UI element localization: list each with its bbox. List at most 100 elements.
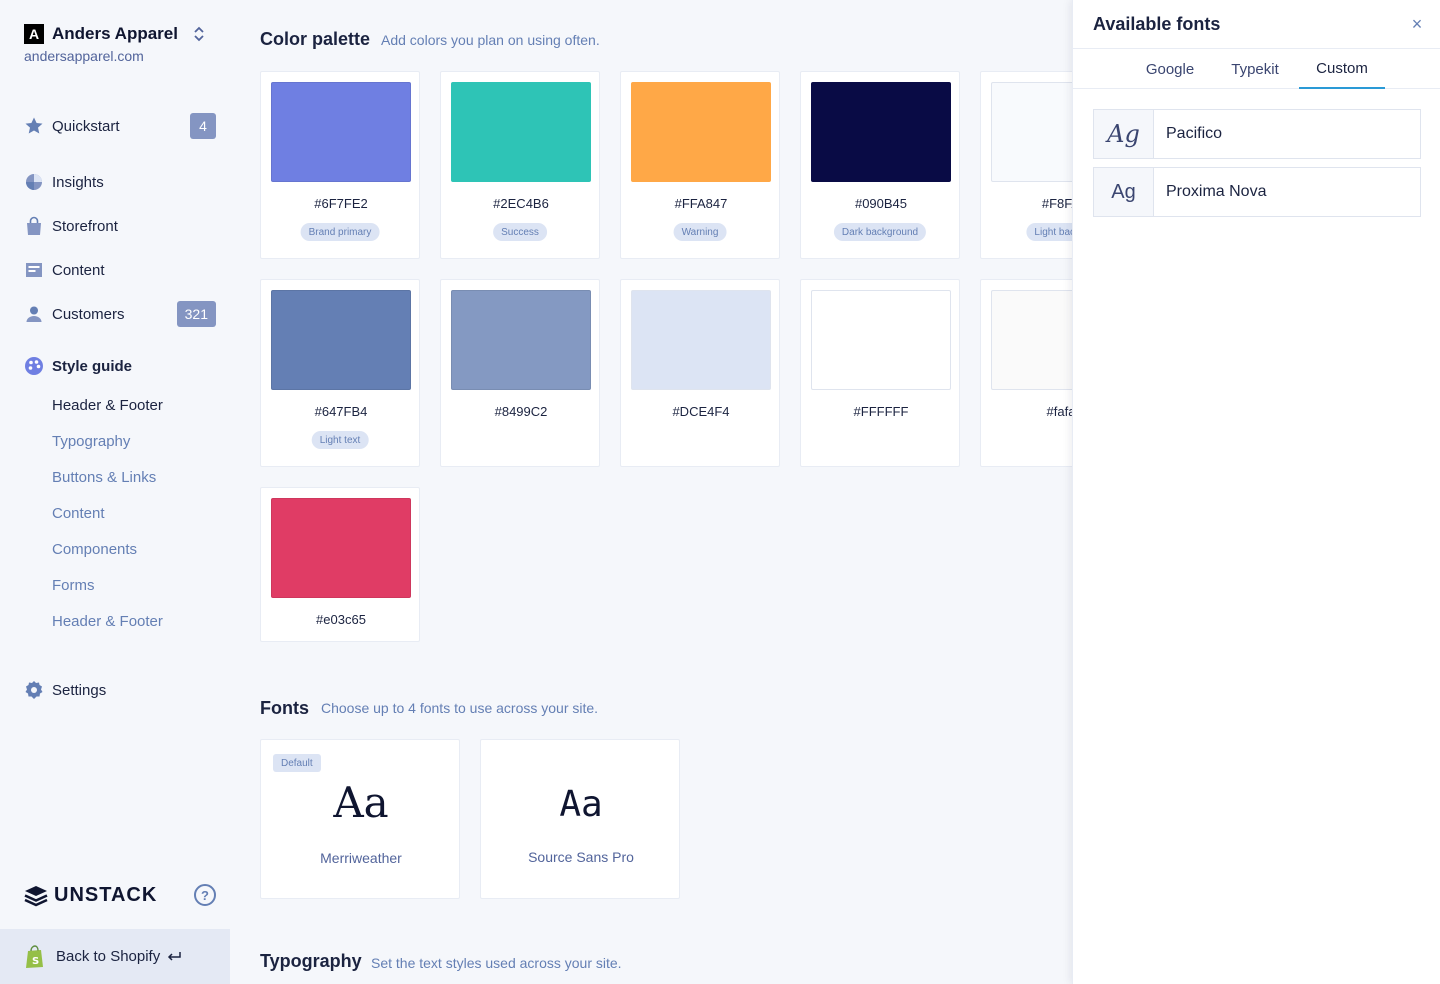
font-option-pacifico[interactable]: Ag Pacifico (1093, 109, 1421, 159)
brand-logo: A (24, 24, 44, 44)
nav-label: Content (52, 261, 105, 279)
color-swatch-card[interactable]: #6F7FE2 Brand primary (260, 71, 420, 259)
nav-item-content[interactable]: Content (24, 257, 216, 283)
font-sample: Aa (333, 778, 389, 827)
document-icon (24, 260, 44, 280)
nav-badge: 321 (176, 301, 216, 327)
palette-icon (24, 356, 44, 376)
return-arrow-icon (168, 951, 181, 961)
font-preview: Ag (1094, 168, 1154, 216)
star-icon (24, 116, 44, 136)
color-swatch (631, 290, 771, 390)
help-icon[interactable]: ? (194, 884, 216, 906)
gear-icon (24, 680, 44, 700)
nav-label: Insights (52, 173, 104, 191)
color-palette-desc: Add colors you plan on using often. (381, 32, 600, 48)
color-swatch-card[interactable]: #8499C2 (440, 279, 600, 467)
fonts-desc: Choose up to 4 fonts to use across your … (321, 700, 599, 716)
swatch-hex: #647FB4 (314, 404, 368, 419)
back-to-shopify-label: Back to Shopify (56, 948, 161, 965)
swatch-hex: #DCE4F4 (672, 404, 730, 419)
font-card-source-sans-pro[interactable]: Aa Source Sans Pro (480, 739, 680, 899)
font-name: Source Sans Pro (528, 849, 634, 865)
swatch-hex: #FFFFFF (853, 404, 909, 419)
font-name: Merriweather (320, 850, 402, 866)
close-icon[interactable]: × (1409, 15, 1425, 33)
available-fonts-panel: Available fonts × Google Typekit Custom … (1072, 0, 1440, 984)
unstack-logo: UNSTACK (24, 884, 157, 907)
shopify-icon: S (26, 944, 43, 968)
font-option-name: Proxima Nova (1166, 183, 1267, 200)
fonts-title: Fonts (260, 698, 309, 718)
color-swatch (271, 290, 411, 390)
pie-chart-icon (24, 172, 44, 192)
brand-name: Anders Apparel (52, 24, 178, 43)
font-option-proxima-nova[interactable]: Ag Proxima Nova (1093, 167, 1421, 217)
user-icon (24, 304, 44, 324)
back-to-shopify-button[interactable]: S Back to Shopify (0, 929, 230, 984)
brand-url: andersapparel.com (24, 48, 144, 64)
nav-label: Storefront (52, 217, 118, 235)
nav-item-insights[interactable]: Insights (24, 169, 216, 195)
color-swatch-card[interactable]: #DCE4F4 (620, 279, 780, 467)
swatch-hex: #090B45 (854, 196, 908, 211)
swatch-tag: Warning (673, 223, 727, 241)
color-swatch-card[interactable]: #2EC4B6 Success (440, 71, 600, 259)
nav-label: Settings (52, 681, 107, 699)
color-swatch (451, 82, 591, 182)
sub-item-components[interactable]: Components (52, 541, 137, 558)
tab-custom[interactable]: Custom (1299, 49, 1385, 89)
panel-title: Available fonts (1093, 14, 1221, 34)
nav-item-storefront[interactable]: Storefront (24, 213, 216, 239)
swatch-tag: Dark background (833, 223, 927, 241)
stack-icon (24, 885, 48, 906)
swatch-hex: #FFA847 (674, 196, 728, 211)
nav-label: Quickstart (52, 117, 120, 135)
color-swatch-card[interactable]: #090B45 Dark background (800, 71, 960, 259)
tab-google[interactable]: Google (1135, 49, 1205, 89)
nav-item-settings[interactable]: Settings (24, 677, 216, 703)
font-sample: Aa (559, 784, 603, 825)
color-swatch-card[interactable]: #647FB4 Light text (260, 279, 420, 467)
nav-item-style-guide[interactable]: Style guide (24, 353, 216, 379)
color-swatch (811, 82, 951, 182)
nav-label: Customers (52, 305, 125, 323)
sub-item-header-footer-2[interactable]: Header & Footer (52, 613, 163, 630)
color-swatch (631, 82, 771, 182)
font-card-merriweather[interactable]: Default Aa Merriweather (260, 739, 460, 899)
nav-badge: 4 (190, 113, 216, 139)
sub-item-content[interactable]: Content (52, 505, 105, 522)
color-palette-title: Color palette (260, 29, 371, 49)
font-source-tabs: Google Typekit Custom (1073, 48, 1440, 89)
nav-label: Style guide (52, 357, 133, 375)
font-preview: Ag (1094, 110, 1154, 158)
swatch-hex: #2EC4B6 (493, 196, 549, 211)
color-swatch (811, 290, 951, 390)
brand-switcher[interactable]: A Anders Apparel andersapparel.com (24, 22, 214, 64)
swatch-tag: Success (493, 223, 547, 241)
swatch-hex: #8499C2 (494, 404, 548, 419)
shopping-bag-icon (24, 216, 44, 236)
default-badge: Default (273, 754, 321, 772)
color-swatch-card[interactable]: #e03c65 (260, 487, 420, 642)
unstack-wordmark: UNSTACK (54, 884, 158, 906)
swatch-tag: Brand primary (300, 223, 380, 241)
nav-item-customers[interactable]: Customers 321 (24, 301, 216, 327)
color-swatch (271, 498, 411, 598)
nav-item-quickstart[interactable]: Quickstart 4 (24, 113, 216, 139)
swatch-hex: #e03c65 (316, 612, 366, 627)
chevron-up-down-icon[interactable] (192, 25, 206, 43)
sub-item-forms[interactable]: Forms (52, 577, 95, 594)
sub-item-buttons-links[interactable]: Buttons & Links (52, 469, 156, 486)
typography-desc: Set the text styles used across your sit… (371, 955, 622, 971)
sub-item-typography[interactable]: Typography (52, 433, 130, 450)
color-swatch-card[interactable]: #FFFFFF (800, 279, 960, 467)
swatch-hex: #6F7FE2 (314, 196, 368, 211)
color-swatch-card[interactable]: #FFA847 Warning (620, 71, 780, 259)
svg-text:S: S (32, 956, 39, 967)
font-option-name: Pacifico (1166, 125, 1223, 142)
sub-item-header-footer[interactable]: Header & Footer (52, 397, 163, 414)
sidebar: A Anders Apparel andersapparel.com Quick… (0, 0, 230, 984)
tab-typekit[interactable]: Typekit (1219, 49, 1291, 89)
swatch-tag: Light text (311, 431, 369, 449)
